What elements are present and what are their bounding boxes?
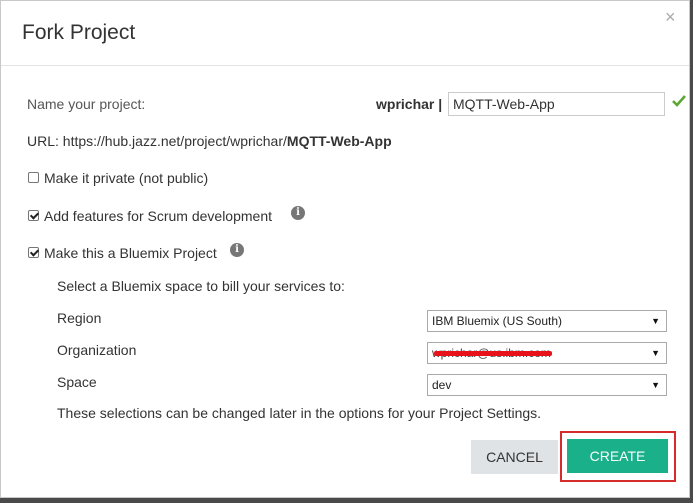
cancel-button[interactable]: CANCEL [471, 440, 558, 474]
redaction-mark [434, 351, 552, 356]
scrum-label[interactable]: Add features for Scrum development [44, 208, 272, 224]
owner-separator: | [438, 96, 443, 112]
chevron-down-icon: ▼ [651, 380, 660, 390]
space-value: dev [432, 378, 452, 392]
region-select[interactable]: IBM Bluemix (US South) ▼ [427, 310, 667, 332]
space-select[interactable]: dev ▼ [427, 374, 667, 396]
fork-project-dialog: Fork Project × Name your project: wprich… [0, 0, 690, 498]
project-url: URL: https://hub.jazz.net/project/wprich… [27, 133, 392, 149]
chevron-down-icon: ▼ [651, 316, 660, 326]
info-icon[interactable]: i [230, 243, 244, 257]
close-icon[interactable]: × [665, 7, 676, 28]
url-prefix: URL: https://hub.jazz.net/project/wprich… [27, 133, 287, 149]
bluemix-label[interactable]: Make this a Bluemix Project [44, 245, 217, 261]
bluemix-checkbox[interactable] [28, 247, 39, 258]
url-project: MQTT-Web-App [286, 133, 392, 149]
info-icon[interactable]: i [291, 206, 305, 220]
scrum-checkbox[interactable] [28, 210, 39, 221]
name-label: Name your project: [27, 96, 146, 112]
region-value: IBM Bluemix (US South) [432, 314, 563, 328]
settings-note: These selections can be changed later in… [57, 405, 542, 421]
chevron-down-icon: ▼ [651, 348, 660, 358]
checkmark-icon [672, 95, 686, 107]
project-name-input[interactable] [448, 92, 665, 116]
space-label: Space [57, 374, 97, 390]
owner-name: wprichar | [376, 96, 442, 112]
owner-text: wprichar [376, 96, 435, 112]
organization-label: Organization [57, 342, 137, 358]
bluemix-intro: Select a Bluemix space to bill your serv… [57, 278, 345, 294]
dialog-title: Fork Project [22, 21, 136, 44]
dialog-header: Fork Project × [1, 1, 689, 66]
organization-select[interactable]: wprichar@us.ibm.com ▼ [427, 342, 667, 364]
create-button[interactable]: CREATE [567, 439, 668, 473]
private-checkbox[interactable] [28, 172, 39, 183]
private-label[interactable]: Make it private (not public) [44, 170, 208, 186]
region-label: Region [57, 310, 102, 326]
